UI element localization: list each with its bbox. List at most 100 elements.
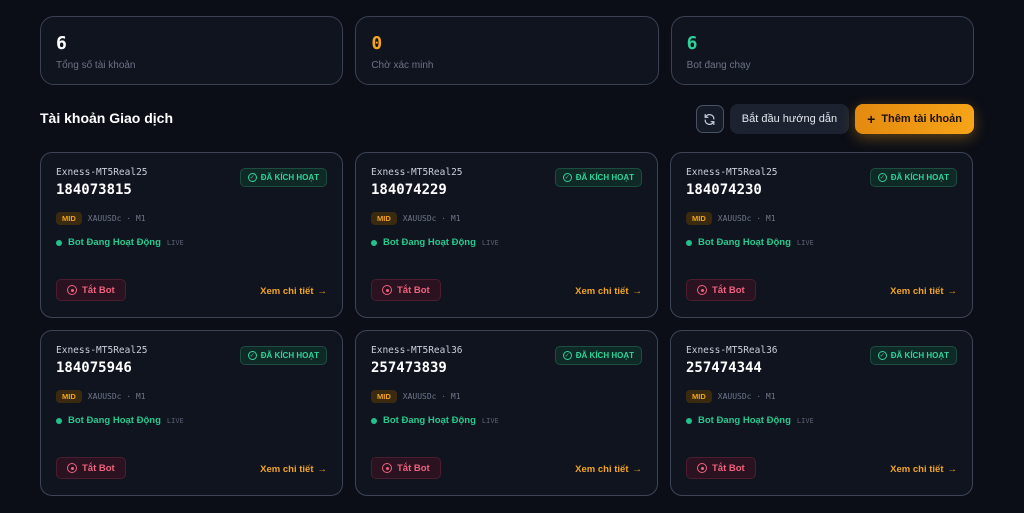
live-tag: LIVE — [166, 416, 184, 425]
account-card: Exness-MT5Real25 184075946 ✓ ĐÃ KÍCH HOẠ… — [40, 330, 343, 496]
view-details-label: Xem chi tiết — [890, 464, 944, 475]
activated-badge: ✓ ĐÃ KÍCH HOẠT — [869, 168, 957, 187]
view-details-link[interactable]: Xem chi tiết → — [260, 464, 327, 475]
bot-status-text: Bot Đang Hoạt Động — [698, 415, 791, 426]
stop-circle-icon — [382, 463, 392, 473]
section-actions: Bắt đầu hướng dẫn + Thêm tài khoản — [695, 104, 974, 134]
bot-status: Bot Đang Hoạt Động LIVE — [371, 237, 642, 248]
add-account-label: Thêm tài khoản — [881, 113, 962, 125]
view-details-link[interactable]: Xem chi tiết → — [890, 464, 957, 475]
add-account-button[interactable]: + Thêm tài khoản — [855, 104, 974, 134]
status-dot-icon — [56, 239, 62, 246]
activated-badge-label: ĐÃ KÍCH HOẠT — [575, 351, 634, 360]
symbol-timeframe: XAUUSDc · M1 — [402, 214, 461, 223]
stats-row: 6 Tổng số tài khoản 0 Chờ xác minh 6 Bot… — [40, 16, 974, 85]
turn-off-bot-button[interactable]: Tắt Bot — [56, 457, 126, 479]
turn-off-bot-label: Tắt Bot — [82, 284, 115, 296]
turn-off-bot-button[interactable]: Tắt Bot — [686, 457, 756, 479]
activated-badge-label: ĐÃ KÍCH HOẠT — [890, 173, 949, 182]
account-card: Exness-MT5Real36 257474344 ✓ ĐÃ KÍCH HOẠ… — [670, 330, 973, 496]
symbol-timeframe: XAUUSDc · M1 — [87, 392, 146, 401]
turn-off-bot-label: Tắt Bot — [712, 462, 745, 474]
live-tag: LIVE — [166, 238, 184, 247]
activated-badge-label: ĐÃ KÍCH HOẠT — [890, 351, 949, 360]
stat-value: 6 — [686, 33, 698, 54]
turn-off-bot-button[interactable]: Tắt Bot — [686, 279, 756, 301]
arrow-right-icon: → — [947, 464, 958, 475]
stat-value: 6 — [56, 33, 67, 54]
live-tag: LIVE — [796, 416, 814, 425]
refresh-button[interactable] — [695, 105, 724, 133]
activated-badge: ✓ ĐÃ KÍCH HOẠT — [554, 168, 642, 187]
check-circle-icon: ✓ — [247, 173, 257, 182]
view-details-link[interactable]: Xem chi tiết → — [890, 286, 957, 297]
stat-label: Tổng số tài khoản — [56, 60, 136, 71]
account-card: Exness-MT5Real25 184074230 ✓ ĐÃ KÍCH HOẠ… — [670, 152, 973, 318]
bot-status-text: Bot Đang Hoạt Động — [383, 415, 476, 426]
account-meta: MID XAUUSDc · M1 — [371, 390, 642, 403]
view-details-link[interactable]: Xem chi tiết → — [575, 286, 642, 297]
account-card: Exness-MT5Real25 184073815 ✓ ĐÃ KÍCH HOẠ… — [40, 152, 343, 318]
stat-value: 0 — [371, 33, 383, 54]
turn-off-bot-label: Tắt Bot — [397, 284, 430, 296]
symbol-timeframe: XAUUSDc · M1 — [717, 214, 776, 223]
view-details-label: Xem chi tiết — [260, 464, 314, 475]
activated-badge: ✓ ĐÃ KÍCH HOẠT — [554, 346, 642, 365]
plus-icon: + — [867, 111, 876, 127]
activated-badge-label: ĐÃ KÍCH HOẠT — [260, 351, 319, 360]
bot-status-text: Bot Đang Hoạt Động — [698, 237, 791, 248]
check-circle-icon: ✓ — [877, 173, 887, 182]
turn-off-bot-label: Tắt Bot — [82, 462, 115, 474]
turn-off-bot-button[interactable]: Tắt Bot — [56, 279, 126, 301]
status-dot-icon — [56, 417, 62, 424]
stop-circle-icon — [382, 285, 392, 295]
refresh-icon — [704, 113, 715, 125]
check-circle-icon: ✓ — [877, 351, 887, 360]
account-meta: MID XAUUSDc · M1 — [56, 212, 327, 225]
stat-label: Chờ xác minh — [371, 60, 434, 71]
turn-off-bot-label: Tắt Bot — [712, 284, 745, 296]
activated-badge: ✓ ĐÃ KÍCH HOẠT — [239, 346, 327, 365]
turn-off-bot-label: Tắt Bot — [397, 462, 430, 474]
bot-status-text: Bot Đang Hoạt Động — [383, 237, 476, 248]
account-meta: MID XAUUSDc · M1 — [686, 212, 957, 225]
activated-badge: ✓ ĐÃ KÍCH HOẠT — [239, 168, 327, 187]
view-details-link[interactable]: Xem chi tiết → — [260, 286, 327, 297]
stop-circle-icon — [67, 285, 77, 295]
stat-total-accounts: 6 Tổng số tài khoản — [40, 16, 344, 85]
stop-circle-icon — [697, 463, 707, 473]
live-tag: LIVE — [481, 238, 499, 247]
status-dot-icon — [371, 239, 377, 246]
symbol-timeframe: XAUUSDc · M1 — [717, 392, 776, 401]
account-meta: MID XAUUSDc · M1 — [56, 390, 327, 403]
account-card: Exness-MT5Real36 257473839 ✓ ĐÃ KÍCH HOẠ… — [355, 330, 658, 496]
turn-off-bot-button[interactable]: Tắt Bot — [371, 279, 441, 301]
bot-status: Bot Đang Hoạt Động LIVE — [686, 237, 957, 248]
stat-label: Bot đang chạy — [686, 60, 751, 71]
tier-badge: MID — [371, 390, 397, 403]
turn-off-bot-button[interactable]: Tắt Bot — [371, 457, 441, 479]
tier-badge: MID — [56, 212, 82, 225]
arrow-right-icon: → — [317, 464, 328, 475]
bot-status: Bot Đang Hoạt Động LIVE — [371, 415, 642, 426]
bot-status: Bot Đang Hoạt Động LIVE — [686, 415, 957, 426]
view-details-label: Xem chi tiết — [890, 286, 944, 297]
check-circle-icon: ✓ — [247, 351, 257, 360]
account-meta: MID XAUUSDc · M1 — [371, 212, 642, 225]
start-guide-button[interactable]: Bắt đầu hướng dẫn — [729, 104, 850, 134]
live-tag: LIVE — [481, 416, 499, 425]
arrow-right-icon: → — [632, 464, 643, 475]
symbol-timeframe: XAUUSDc · M1 — [87, 214, 146, 223]
status-dot-icon — [686, 417, 692, 424]
bot-status: Bot Đang Hoạt Động LIVE — [56, 415, 327, 426]
activated-badge-label: ĐÃ KÍCH HOẠT — [575, 173, 634, 182]
account-card: Exness-MT5Real25 184074229 ✓ ĐÃ KÍCH HOẠ… — [355, 152, 658, 318]
check-circle-icon: ✓ — [562, 351, 572, 360]
stat-bots-running: 6 Bot đang chạy — [670, 16, 974, 85]
stop-circle-icon — [697, 285, 707, 295]
view-details-label: Xem chi tiết — [575, 464, 629, 475]
section-title: Tài khoản Giao dịch — [40, 110, 174, 126]
accounts-grid: Exness-MT5Real25 184073815 ✓ ĐÃ KÍCH HOẠ… — [40, 152, 974, 496]
view-details-link[interactable]: Xem chi tiết → — [575, 464, 642, 475]
stop-circle-icon — [67, 463, 77, 473]
